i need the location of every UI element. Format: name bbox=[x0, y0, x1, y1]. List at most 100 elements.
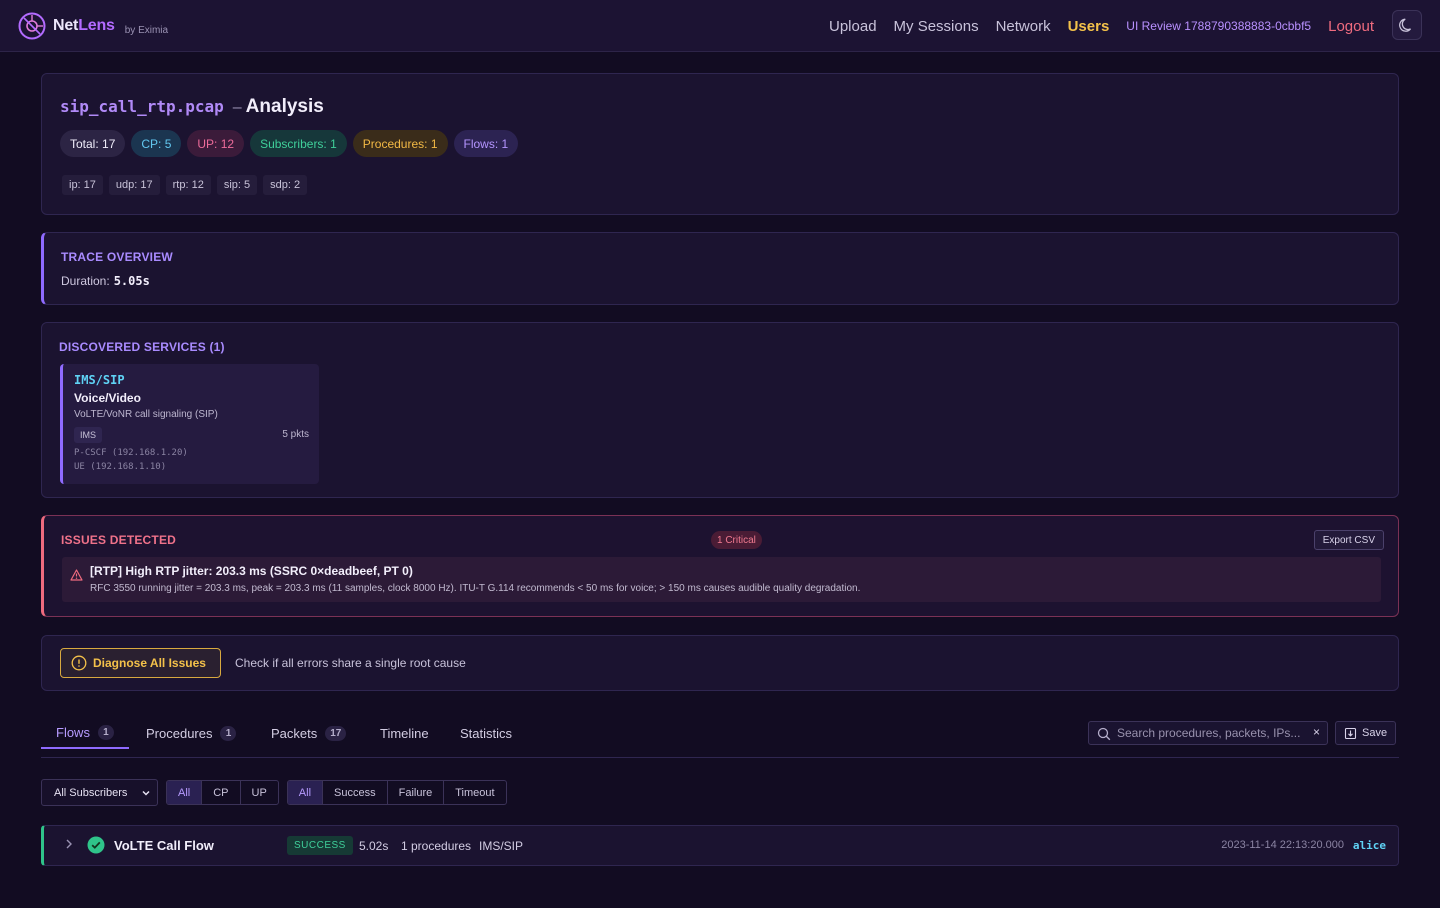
duration-value: 5.05s bbox=[113, 274, 150, 288]
flow-user[interactable]: alice bbox=[1353, 839, 1386, 852]
status-filter: All Success Failure Timeout bbox=[286, 780, 507, 805]
search-input[interactable] bbox=[1117, 724, 1303, 742]
alert-circle-icon bbox=[71, 655, 87, 671]
chip-up: UP: 12 bbox=[187, 130, 245, 157]
moon-icon bbox=[1399, 18, 1412, 32]
critical-count-badge: 1 Critical bbox=[711, 531, 762, 549]
plane-filter: All CP UP bbox=[166, 780, 279, 805]
tab-packets[interactable]: Packets 17 bbox=[271, 717, 347, 749]
tab-statistics[interactable]: Statistics bbox=[460, 717, 512, 749]
status-filter-timeout[interactable]: Timeout bbox=[444, 781, 505, 804]
title-suffix: Analysis bbox=[245, 96, 324, 117]
protocol-tag: sdp: 2 bbox=[263, 175, 308, 195]
page-title: sip_call_rtp.pcap – Analysis bbox=[60, 96, 324, 118]
service-type: Voice/Video bbox=[74, 391, 141, 405]
diagnose-hint: Check if all errors share a single root … bbox=[235, 656, 466, 670]
search-box: × bbox=[1088, 721, 1328, 745]
status-filter-success[interactable]: Success bbox=[323, 781, 388, 804]
analysis-header-card: sip_call_rtp.pcap – Analysis Total: 17 C… bbox=[41, 73, 1399, 215]
chevron-right-icon[interactable] bbox=[64, 837, 74, 851]
protocol-tag: sip: 5 bbox=[216, 175, 258, 195]
issues-detected-card: ISSUES DETECTED 1 Critical Export CSV [R… bbox=[41, 515, 1399, 617]
warning-triangle-icon bbox=[70, 569, 83, 581]
chip-procedures: Procedures: 1 bbox=[352, 130, 448, 157]
tab-timeline[interactable]: Timeline bbox=[380, 717, 429, 749]
trace-overview-card: TRACE OVERVIEW Duration: 5.05s bbox=[41, 232, 1399, 305]
issues-title: ISSUES DETECTED bbox=[61, 533, 177, 547]
search-icon bbox=[1097, 727, 1111, 741]
chip-flows: Flows: 1 bbox=[453, 130, 519, 157]
brand-name: NetLens bbox=[53, 17, 115, 35]
diagnose-card: Diagnose All Issues Check if all errors … bbox=[41, 635, 1399, 691]
plane-filter-up[interactable]: UP bbox=[241, 781, 278, 804]
tab-count: 17 bbox=[325, 725, 347, 741]
diagnose-button-label: Diagnose All Issues bbox=[93, 656, 206, 670]
flow-service: IMS/SIP bbox=[479, 839, 524, 853]
service-node: P-CSCF (192.168.1.20) bbox=[74, 448, 188, 458]
chip-subscribers: Subscribers: 1 bbox=[250, 130, 347, 157]
nav-network[interactable]: Network bbox=[996, 18, 1051, 35]
chip-total: Total: 17 bbox=[60, 130, 126, 157]
service-card-ims-sip[interactable]: IMS/SIP Voice/Video VoLTE/VoNR call sign… bbox=[60, 364, 319, 484]
subscriber-select[interactable]: All Subscribers bbox=[41, 779, 158, 806]
service-tag: IMS bbox=[74, 427, 103, 443]
issue-description: RFC 3550 running jitter = 203.3 ms, peak… bbox=[90, 583, 861, 594]
flow-filters: All Subscribers All CP UP All Success Fa… bbox=[41, 779, 507, 806]
brand-logo[interactable]: NetLens by Eximia bbox=[18, 12, 168, 40]
export-csv-button[interactable]: Export CSV bbox=[1313, 530, 1384, 550]
tab-label: Statistics bbox=[460, 725, 513, 741]
nav-my-sessions[interactable]: My Sessions bbox=[894, 18, 979, 35]
flow-duration: 5.02s bbox=[359, 839, 389, 853]
save-button[interactable]: Save bbox=[1335, 721, 1397, 745]
summary-chips: Total: 17 CP: 5 UP: 12 Subscribers: 1 Pr… bbox=[60, 130, 519, 157]
service-packet-count: 5 pkts bbox=[282, 429, 309, 440]
results-tabs: Flows 1 Procedures 1 Packets 17 Timeline… bbox=[41, 717, 1399, 758]
trace-overview-title: TRACE OVERVIEW bbox=[61, 250, 173, 264]
flow-timestamp: 2023-11-14 22:13:20.000 bbox=[1221, 839, 1344, 851]
logout-button[interactable]: Logout bbox=[1328, 18, 1374, 35]
tab-count: 1 bbox=[97, 724, 114, 740]
tab-count: 1 bbox=[220, 725, 237, 741]
tab-procedures[interactable]: Procedures 1 bbox=[146, 717, 237, 749]
flow-procedure-count: 1 procedures bbox=[401, 839, 472, 853]
protocol-tag: udp: 17 bbox=[108, 175, 160, 195]
status-filter-all[interactable]: All bbox=[287, 781, 324, 804]
tab-flows[interactable]: Flows 1 bbox=[41, 717, 129, 749]
trace-duration: Duration: 5.05s bbox=[61, 274, 150, 288]
services-title: DISCOVERED SERVICES (1) bbox=[59, 340, 225, 354]
plane-filter-cp[interactable]: CP bbox=[202, 781, 241, 804]
clear-search-button[interactable]: × bbox=[1313, 725, 1320, 739]
nav-users[interactable]: Users bbox=[1068, 18, 1110, 35]
plane-filter-all[interactable]: All bbox=[167, 781, 203, 804]
service-node: UE (192.168.1.10) bbox=[74, 462, 167, 472]
service-name: IMS/SIP bbox=[74, 373, 125, 387]
title-separator: – bbox=[232, 99, 242, 116]
flow-status-badge: SUCCESS bbox=[287, 836, 353, 855]
nav-current-user[interactable]: UI Review 1788790388883-0cbbf5 bbox=[1126, 19, 1311, 33]
nav-upload[interactable]: Upload bbox=[829, 18, 877, 35]
duration-label: Duration: bbox=[61, 274, 110, 288]
top-navbar: NetLens by Eximia Upload My Sessions Net… bbox=[0, 0, 1440, 52]
tab-label: Procedures bbox=[146, 725, 213, 741]
tab-label: Packets bbox=[271, 725, 318, 741]
brand-name-part2: Lens bbox=[78, 17, 115, 34]
flow-name: VoLTE Call Flow bbox=[114, 838, 214, 853]
brand-name-part1: Net bbox=[53, 17, 79, 34]
nav-links: Upload My Sessions Network Users UI Revi… bbox=[829, 0, 1374, 52]
flow-row[interactable]: VoLTE Call Flow SUCCESS 5.02s 1 procedur… bbox=[41, 825, 1399, 866]
netlens-logo-icon bbox=[18, 12, 46, 40]
file-name: sip_call_rtp.pcap bbox=[60, 97, 224, 116]
save-button-label: Save bbox=[1362, 727, 1388, 739]
protocol-tag: rtp: 12 bbox=[165, 175, 211, 195]
status-filter-failure[interactable]: Failure bbox=[388, 781, 445, 804]
diagnose-all-issues-button[interactable]: Diagnose All Issues bbox=[60, 648, 221, 678]
issue-title: [RTP] High RTP jitter: 203.3 ms (SSRC 0×… bbox=[90, 564, 413, 578]
protocol-tags: ip: 17 udp: 17 rtp: 12 sip: 5 sdp: 2 bbox=[62, 175, 308, 195]
issue-item[interactable]: [RTP] High RTP jitter: 203.3 ms (SSRC 0×… bbox=[62, 557, 1381, 602]
tab-label: Timeline bbox=[380, 725, 429, 741]
download-icon bbox=[1344, 727, 1357, 739]
service-description: VoLTE/VoNR call signaling (SIP) bbox=[74, 409, 218, 420]
check-circle-icon bbox=[87, 836, 105, 854]
protocol-tag: ip: 17 bbox=[62, 175, 103, 195]
theme-toggle-button[interactable] bbox=[1392, 10, 1422, 40]
